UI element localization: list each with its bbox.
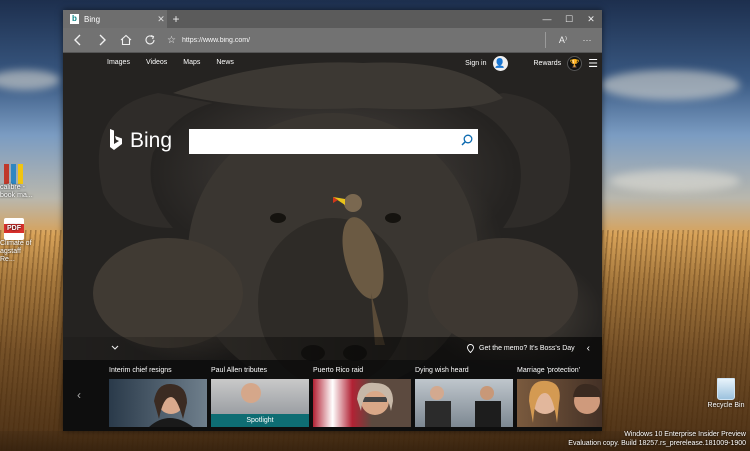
bing-b-icon [110,129,122,150]
wallpaper-cloud [600,70,740,100]
calibre-icon [4,164,36,184]
search-icon [461,134,473,146]
desktop-icon-label: calibre - book ma... [0,184,33,199]
carousel-prev-icon[interactable]: ‹ [77,388,81,402]
recycle-bin-label: Recycle Bin [707,402,745,409]
tab-title: Bing [84,14,101,24]
news-card[interactable]: Interim chief resigns [109,366,207,427]
nav-link-news[interactable]: News [216,59,234,66]
avatar-icon[interactable]: 👤 [492,56,508,71]
bing-wordmark: Bing [130,129,173,152]
news-card[interactable]: Puerto Rico raid [313,366,411,427]
more-button[interactable]: ··· [576,30,598,50]
memo-text: Get the memo? It's Boss's Day [479,345,575,352]
account-area: Sign in 👤 Rewards 🏆 ☰ [465,56,598,71]
desktop-icon-label: Climate of agstaff Re... [0,240,32,263]
more-dots-icon: ··· [582,35,592,45]
back-button[interactable] [67,30,89,50]
bing-homepage: Images Videos Maps News Sign in 👤 Reward… [63,53,602,431]
nav-link-maps[interactable]: Maps [183,59,200,66]
navigation-bar: ☆ A⁾ ··· [63,28,602,53]
search-button[interactable] [456,134,478,149]
previous-image-chevron-icon[interactable]: ‹ [581,343,602,354]
news-card-image: Spotlight [211,379,309,427]
back-arrow-icon [74,34,81,46]
news-card-image [415,379,513,427]
home-icon [120,34,132,46]
bing-logo[interactable]: Bing [108,128,172,154]
hamburger-menu-icon[interactable]: ☰ [588,57,598,70]
desktop-icon-pdf[interactable]: PDF Climate of agstaff Re... [0,218,36,264]
desktop-icon-recycle-bin[interactable]: Recycle Bin [706,378,746,409]
search-input[interactable] [189,129,456,154]
news-carousel: ‹ Interim chief resigns Paul Allen tribu… [63,360,602,431]
news-card[interactable]: Marriage 'protection' [517,366,602,427]
rewards-trophy-icon[interactable]: 🏆 [567,56,583,71]
close-button[interactable]: ✕ [580,10,602,28]
bing-favicon-icon: b [70,14,79,24]
search-box[interactable] [189,129,478,154]
watermark-line-2: Evaluation copy. Build 18257.rs_prerelea… [568,440,746,447]
sign-in-link[interactable]: Sign in [465,60,486,67]
wallpaper-cloud [0,70,60,90]
toolbar-divider [545,32,546,48]
news-card[interactable]: Paul Allen tributes Spotlight [211,366,309,427]
maximize-button[interactable]: ☐ [558,10,580,28]
tab-close-icon[interactable]: ✕ [155,14,167,25]
spotlight-badge: Spotlight [211,414,309,427]
address-bar[interactable]: ☆ [163,30,539,50]
recycle-bin-icon [717,378,735,400]
refresh-icon [145,34,155,45]
home-button[interactable] [115,30,137,50]
nav-link-images[interactable]: Images [107,59,130,66]
refresh-button[interactable] [139,30,161,50]
news-card-image [517,379,602,427]
tab-bar: b Bing ✕ + — ☐ ✕ [63,10,602,28]
news-card-title: Puerto Rico raid [313,367,364,374]
nav-link-videos[interactable]: Videos [146,59,167,66]
forward-arrow-icon [99,34,106,46]
rewards-link[interactable]: Rewards [534,60,562,67]
new-tab-button[interactable]: + [167,10,185,28]
edge-browser-window: b Bing ✕ + — ☐ ✕ ☆ A⁾ ··· [63,10,602,431]
tab-bing[interactable]: b Bing ✕ [63,10,167,28]
url-field[interactable] [181,36,482,44]
image-of-day-caption[interactable]: Get the memo? It's Boss's Day [467,344,581,353]
news-card-image [313,379,411,427]
news-card-title: Marriage 'protection' [517,367,580,374]
image-info-bar: Get the memo? It's Boss's Day ‹ [63,337,602,360]
location-pin-icon [467,344,474,353]
wallpaper-cloud [610,170,740,192]
forward-button[interactable] [91,30,113,50]
desktop-icon-calibre[interactable]: calibre - book ma... [0,164,36,200]
news-card-image [109,379,207,427]
read-aloud-button[interactable]: A⁾ [552,30,574,50]
read-aloud-icon: A⁾ [558,34,568,45]
bing-top-nav: Images Videos Maps News [107,59,234,66]
collapse-chevron-icon[interactable] [111,344,131,353]
pdf-file-icon: PDF [4,218,24,240]
news-card[interactable]: Dying wish heard [415,366,513,427]
watermark-line-1: Windows 10 Enterprise Insider Preview [624,431,746,438]
news-card-title: Interim chief resigns [109,367,172,374]
minimize-button[interactable]: — [536,10,558,28]
news-card-title: Dying wish heard [415,367,469,374]
favorite-star-icon[interactable]: ☆ [167,35,176,46]
news-card-title: Paul Allen tributes [211,367,268,374]
windows-watermark: Windows 10 Enterprise Insider Preview Ev… [568,430,746,448]
